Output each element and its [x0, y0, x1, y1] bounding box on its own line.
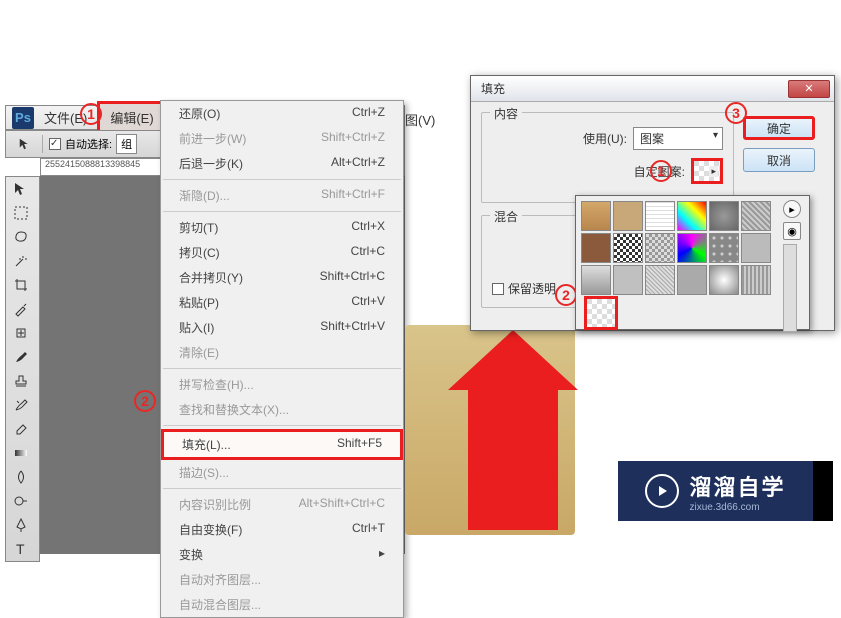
ok-button[interactable]: 确定 [743, 116, 815, 140]
gradient-tool[interactable] [7, 442, 35, 464]
move-tool-icon[interactable] [14, 133, 36, 155]
menu-cut[interactable]: 剪切(T)Ctrl+X [161, 215, 403, 240]
blend-group-label: 混合 [490, 208, 522, 225]
pattern-option[interactable] [709, 233, 739, 263]
watermark-url: zixue.3d66.com [689, 502, 785, 513]
toolbox: T [5, 176, 40, 562]
cancel-button[interactable]: 取消 [743, 148, 815, 172]
pattern-picker: ▸ ◉ [575, 195, 810, 330]
annotation-3: 3 [725, 102, 747, 124]
menu-step-forward[interactable]: 前进一步(W)Shift+Ctrl+Z [161, 126, 403, 151]
menu-copy[interactable]: 拷贝(C)Ctrl+C [161, 240, 403, 265]
menu-free-transform[interactable]: 自由变换(F)Ctrl+T [161, 517, 403, 542]
svg-text:T: T [16, 541, 25, 557]
annotation-2b: 2 [555, 284, 577, 306]
watermark-bar [813, 461, 833, 521]
pattern-option[interactable] [613, 201, 643, 231]
pattern-option[interactable] [645, 265, 675, 295]
menu-transform[interactable]: 变换▸ [161, 542, 403, 567]
pattern-option[interactable] [645, 201, 675, 231]
menu-image-partial[interactable]: 图(V) [405, 110, 435, 129]
pattern-option[interactable] [677, 201, 707, 231]
dialog-titlebar[interactable]: 填充 ✕ [471, 76, 834, 102]
menu-paste[interactable]: 粘贴(P)Ctrl+V [161, 290, 403, 315]
auto-select-checkbox[interactable] [49, 138, 61, 150]
auto-select-label: 自动选择: [65, 136, 112, 152]
pattern-option[interactable] [581, 233, 611, 263]
menu-auto-align[interactable]: 自动对齐图层... [161, 567, 403, 592]
stamp-tool[interactable] [7, 370, 35, 392]
annotation-arrow-icon [448, 330, 578, 530]
menu-undo[interactable]: 还原(O)Ctrl+Z [161, 101, 403, 126]
pattern-selected[interactable] [584, 296, 618, 330]
menu-auto-blend[interactable]: 自动混合图层... [161, 592, 403, 617]
pattern-option[interactable] [581, 201, 611, 231]
content-group-label: 内容 [490, 105, 522, 122]
menu-fill[interactable]: 填充(L)...Shift+F5 [161, 429, 403, 460]
pattern-option[interactable] [613, 265, 643, 295]
use-label: 使用(U): [583, 130, 627, 147]
pattern-menu-button[interactable]: ▸ [783, 200, 801, 218]
menu-stroke[interactable]: 描边(S)... [161, 460, 403, 485]
healing-tool[interactable] [7, 322, 35, 344]
menu-find[interactable]: 查找和替换文本(X)... [161, 397, 403, 422]
pattern-option[interactable] [677, 265, 707, 295]
menu-spell[interactable]: 拼写检查(H)... [161, 372, 403, 397]
annotation-2: 2 [134, 390, 156, 412]
pattern-scrollbar[interactable] [783, 244, 797, 332]
annotation-1: 1 [80, 103, 102, 125]
brush-tool[interactable] [7, 346, 35, 368]
menu-content-aware[interactable]: 内容识别比例Alt+Shift+Ctrl+C [161, 492, 403, 517]
use-select[interactable]: 图案 [633, 127, 723, 150]
watermark-play-icon [645, 474, 679, 508]
auto-select-mode[interactable]: 组 [116, 134, 137, 154]
menu-paste-into[interactable]: 贴入(I)Shift+Ctrl+V [161, 315, 403, 340]
watermark: 溜溜自学 zixue.3d66.com [618, 461, 813, 521]
pattern-option[interactable] [741, 265, 771, 295]
crop-tool[interactable] [7, 274, 35, 296]
eraser-tool[interactable] [7, 418, 35, 440]
pen-tool[interactable] [7, 514, 35, 536]
dialog-title: 填充 [481, 80, 505, 97]
pattern-option[interactable] [613, 233, 643, 263]
ps-logo-icon: Ps [12, 107, 34, 129]
pattern-option[interactable] [741, 233, 771, 263]
pattern-new-button[interactable]: ◉ [783, 222, 801, 240]
menu-fade[interactable]: 渐隐(D)...Shift+Ctrl+F [161, 183, 403, 208]
close-button[interactable]: ✕ [788, 80, 830, 98]
pattern-option[interactable] [645, 233, 675, 263]
content-group: 内容 使用(U): 图案 自定图案: [481, 112, 734, 203]
menu-step-backward[interactable]: 后退一步(K)Alt+Ctrl+Z [161, 151, 403, 176]
watermark-title: 溜溜自学 [689, 470, 785, 502]
dodge-tool[interactable] [7, 490, 35, 512]
pattern-option[interactable] [741, 201, 771, 231]
lasso-tool[interactable] [7, 226, 35, 248]
annotation-1b: 1 [650, 160, 672, 182]
menu-copy-merged[interactable]: 合并拷贝(Y)Shift+Ctrl+C [161, 265, 403, 290]
menu-clear[interactable]: 清除(E) [161, 340, 403, 365]
move-tool[interactable] [7, 178, 35, 200]
history-brush-tool[interactable] [7, 394, 35, 416]
pattern-swatch-button[interactable] [691, 158, 723, 184]
preserve-trans-label: 保留透明 [508, 280, 556, 297]
blur-tool[interactable] [7, 466, 35, 488]
pattern-option[interactable] [709, 201, 739, 231]
wand-tool[interactable] [7, 250, 35, 272]
pattern-option[interactable] [677, 233, 707, 263]
eyedropper-tool[interactable] [7, 298, 35, 320]
marquee-tool[interactable] [7, 202, 35, 224]
preserve-trans-checkbox[interactable] [492, 283, 504, 295]
edit-menu-dropdown: 还原(O)Ctrl+Z 前进一步(W)Shift+Ctrl+Z 后退一步(K)A… [160, 100, 404, 618]
pattern-option[interactable] [581, 265, 611, 295]
type-tool[interactable]: T [7, 538, 35, 560]
pattern-option[interactable] [709, 265, 739, 295]
